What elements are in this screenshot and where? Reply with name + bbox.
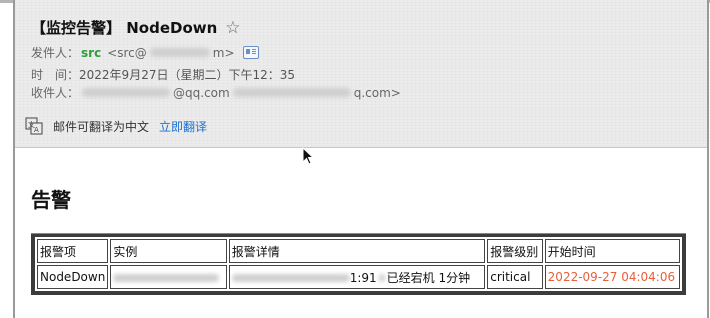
header-start-time: 开始时间 [544,239,680,263]
email-subject: 【监控告警】 NodeDown [31,19,218,37]
recipient-fragment-2[interactable]: q.com> [354,86,401,100]
translate-bar: 文 A 邮件可翻译为中文 立即翻译 [25,117,207,135]
table-header-row: 报警项 实例 报警详情 报警级别 开始时间 [37,239,680,263]
header-alert-detail: 报警详情 [228,239,486,263]
cell-alert-item: NodeDown [37,265,109,289]
table-row: NodeDown 1:91 已经宕机 1分钟 critical 2022-09-2… [37,265,680,289]
from-label: 发件人： [31,46,80,60]
recipient-fragment-1[interactable]: @qq.com [173,86,230,100]
cell-alert-level: critical [487,265,543,289]
contact-card-icon[interactable] [242,46,259,59]
to-row: 收件人： @qq.com q.com> [31,84,401,101]
subject-row: 【监控告警】 NodeDown ☆ [31,17,241,38]
translate-prompt: 邮件可翻译为中文 [53,119,150,134]
redacted-recipient-1 [82,88,171,97]
left-border [13,0,15,318]
alert-heading: 告警 [31,188,71,212]
detail-port-fragment: 1:91 [349,270,377,285]
header-instance: 实例 [110,239,227,263]
redacted-detail-2 [378,274,385,282]
detail-text: 已经宕机 1分钟 [386,270,471,285]
sender-address-end: m> [212,45,235,60]
cell-instance [110,265,227,289]
to-label: 收件人： [31,86,80,100]
sender-address-start: <src@ [107,45,147,60]
svg-text:A: A [34,126,39,134]
redacted-recipient-2 [232,88,351,97]
redacted-sender [149,48,210,57]
translate-now-link[interactable]: 立即翻译 [159,118,207,135]
cell-alert-detail: 1:91 已经宕机 1分钟 [228,265,486,289]
cell-start-time: 2022-09-27 04:04:06 [544,265,680,289]
redacted-detail [231,274,350,282]
from-row: 发件人： src <src@ m> [31,44,259,61]
sender-name[interactable]: src [81,46,101,60]
time-label: 时 间： [31,68,80,82]
email-header: 【监控告警】 NodeDown ☆ 发件人： src <src@ m> 时 间：… [15,0,707,148]
star-icon[interactable]: ☆ [225,18,240,38]
header-alert-item: 报警项 [37,239,109,263]
time-row: 时 间： 2022年9月27日（星期二）下午12：35 [31,66,295,83]
translate-icon: 文 A [25,117,43,135]
redacted-instance [113,273,220,282]
alert-table: 报警项 实例 报警详情 报警级别 开始时间 NodeDown 1:91 已经宕机 … [35,237,682,291]
alert-table-frame: 报警项 实例 报警详情 报警级别 开始时间 NodeDown 1:91 已经宕机 … [31,233,686,295]
header-alert-level: 报警级别 [487,239,543,263]
right-border [707,0,709,318]
time-value: 2022年9月27日（星期二）下午12：35 [79,68,295,82]
mouse-cursor-icon [302,147,315,165]
email-reader: 【监控告警】 NodeDown ☆ 发件人： src <src@ m> 时 间：… [0,0,710,318]
